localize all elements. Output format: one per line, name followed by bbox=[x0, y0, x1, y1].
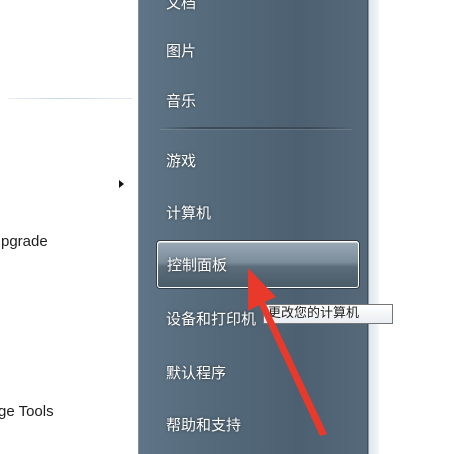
screenshot-root: pgrade ge Tools 文档 图片 音乐 游戏 计算机 控制面板 设备和… bbox=[0, 0, 450, 454]
program-item-tools[interactable]: ge Tools bbox=[0, 403, 54, 420]
menu-item-control-panel[interactable]: 控制面板 bbox=[157, 241, 359, 288]
menu-item-music[interactable]: 音乐 bbox=[157, 84, 359, 116]
menu-item-pictures[interactable]: 图片 bbox=[157, 34, 359, 66]
window-edge bbox=[368, 0, 379, 454]
menu-item-help-support[interactable]: 帮助和支持 bbox=[157, 408, 359, 440]
programs-pane bbox=[0, 0, 138, 454]
control-panel-tooltip: 更改您的计算机 bbox=[263, 304, 393, 324]
menu-separator bbox=[160, 127, 352, 129]
menu-item-games[interactable]: 游戏 bbox=[157, 144, 359, 176]
program-item-upgrade[interactable]: pgrade bbox=[1, 233, 48, 250]
programs-divider bbox=[8, 98, 132, 99]
menu-item-default-programs[interactable]: 默认程序 bbox=[157, 356, 359, 388]
submenu-arrow-icon[interactable] bbox=[119, 180, 124, 188]
menu-item-documents[interactable]: 文档 bbox=[157, 0, 359, 18]
menu-item-computer[interactable]: 计算机 bbox=[157, 196, 359, 228]
